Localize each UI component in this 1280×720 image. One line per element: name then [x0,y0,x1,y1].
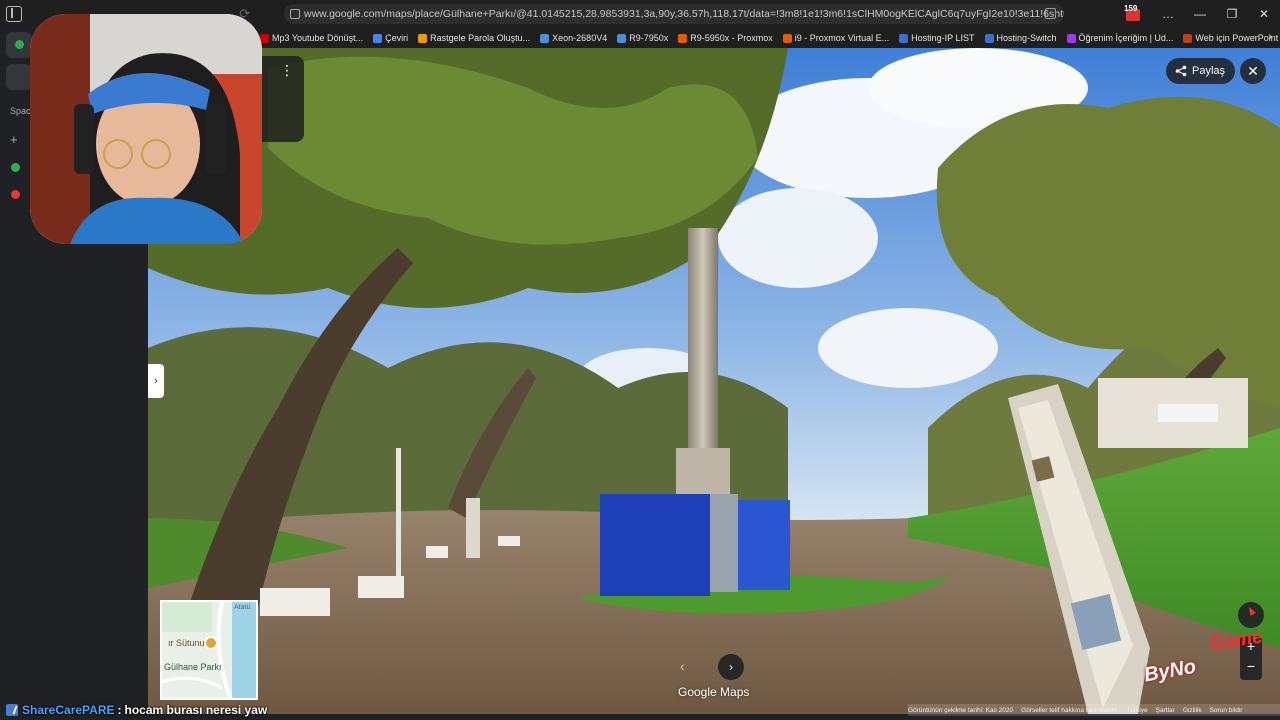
bookmark-label: Hosting-IP LIST [911,33,975,43]
add-space-button[interactable]: + [10,132,18,147]
share-icon [1175,65,1187,77]
bookmark-favicon-icon [984,33,994,43]
bookmark-label: Mp3 Youtube Dönüşt... [272,33,364,43]
bookmark-label: Web için PowerPoint -... [1195,33,1280,43]
bookmark-item[interactable]: Mp3 Youtube Dönüşt... [260,33,363,43]
bookmark-label: Öğrenim İçeriğim | Ud... [1078,33,1174,43]
panorama-image [148,48,1280,714]
extension-icon[interactable]: 159 [1124,4,1146,23]
sidebar-tab-1[interactable] [6,32,32,58]
bookmark-favicon-icon [418,33,428,43]
stream-chat-message: ShareCarePARE : hocam burası neresi yaw [0,700,1280,720]
sidebar-tab-2[interactable] [6,64,32,90]
chat-username: ShareCarePARE [22,703,115,717]
bookmark-favicon-icon [678,33,688,43]
maximize-button[interactable]: ❐ [1216,7,1248,21]
more-bookmarks-icon[interactable]: › [1268,31,1272,43]
share-label: Paylaş [1192,65,1226,77]
bookmark-label: Çeviri [385,33,409,43]
share-button[interactable]: Paylaş [1166,58,1236,84]
bookmark-label: R9-5950x - Proxmox [690,33,773,43]
more-options-icon[interactable]: ⋮ [280,63,294,77]
minimap-label-column: ır Sütunu [168,638,205,648]
minimap[interactable]: Atatü ır Sütunu Gülhane Parkı [160,600,258,700]
bookmark-favicon-icon [540,33,550,43]
bookmark-favicon-icon [782,33,792,43]
minimap-label-street: Atatü [234,604,251,611]
site-info-icon[interactable] [290,9,300,19]
webcam-overlay [30,14,262,244]
location-pin-icon [204,636,218,650]
bookmark-label: Xeon-2680V4 [552,33,608,43]
street-view-panorama[interactable] [148,48,1280,714]
nav-back-arrow[interactable]: ‹ [680,658,685,674]
close-window-button[interactable]: ✕ [1248,7,1280,21]
chat-platform-icon [6,704,18,716]
bookmark-favicon-icon [260,33,269,43]
google-maps-logo: Google Maps [678,685,750,699]
extension-badge: 159 [1124,4,1138,13]
bookmark-favicon-icon [373,33,383,43]
youtube-tab-icon[interactable] [11,190,20,199]
chat-text: hocam burası neresi yaw [124,703,268,717]
bookmark-favicon-icon [1183,33,1193,43]
bookmark-item[interactable]: Web için PowerPoint -... [1183,33,1280,43]
window-controls: 159 … — ❐ ✕ [1124,0,1280,28]
space-label: Spac [10,106,31,116]
screen: ← → ⟳ www.google.com/maps/place/Gülhane+… [0,0,1280,720]
collapse-panel-button[interactable]: › [148,364,164,398]
bookmark-item[interactable]: Öğrenim İçeriğim | Ud... [1066,33,1174,43]
nav-forward-arrow[interactable]: › [718,654,744,680]
bookmark-item[interactable]: Hosting-Switch [984,33,1057,43]
bookmark-favicon-icon [617,33,627,43]
install-app-icon[interactable] [1045,8,1056,19]
bookmark-item[interactable]: Rastgele Parola Oluştu... [418,33,530,43]
bookmark-label: Hosting-Switch [996,33,1057,43]
map-side-menu[interactable]: ⋮ [260,56,304,142]
minimap-roads [162,602,256,698]
bookmark-item[interactable]: Xeon-2680V4 [540,33,607,43]
bookmark-label: Rastgele Parola Oluştu... [430,33,531,43]
address-bar[interactable]: www.google.com/maps/place/Gülhane+Parkı/… [284,4,1064,24]
close-street-view-button[interactable]: ✕ [1240,58,1266,84]
bookmark-item[interactable]: Çeviri [373,33,408,43]
compass-icon[interactable] [1238,602,1264,628]
bookmark-item[interactable]: Hosting-IP LIST [899,33,975,43]
url-text: www.google.com/maps/place/Gülhane+Parkı/… [304,8,1064,20]
browser-menu-button[interactable]: … [1152,7,1184,21]
bookmark-favicon-icon [899,33,909,43]
bookmark-item[interactable]: i9 - Proxmox Virtual E... [782,33,890,43]
bookmarks-bar: Mp3 Youtube Dönüşt... Çeviri Rastgele Paro… [260,28,1280,48]
bookmark-item[interactable]: R9-5950x - Proxmox [678,33,773,43]
sidebar-toggle-icon[interactable] [6,6,22,22]
bookmark-label: i9 - Proxmox Virtual E... [794,33,890,43]
streamer-webcam-image [30,14,262,244]
bookmark-item[interactable]: R9-7950x [617,33,668,43]
bookmark-label: R9-7950x [629,33,669,43]
chat-separator: : [117,703,122,717]
minimize-button[interactable]: — [1184,7,1216,21]
maps-tab-icon[interactable] [11,163,20,172]
tab-badge-icon [15,40,24,49]
zoom-out-button[interactable]: − [1240,656,1262,676]
bookmark-favicon-icon [1066,33,1076,43]
minimap-label-park: Gülhane Parkı [164,662,222,672]
